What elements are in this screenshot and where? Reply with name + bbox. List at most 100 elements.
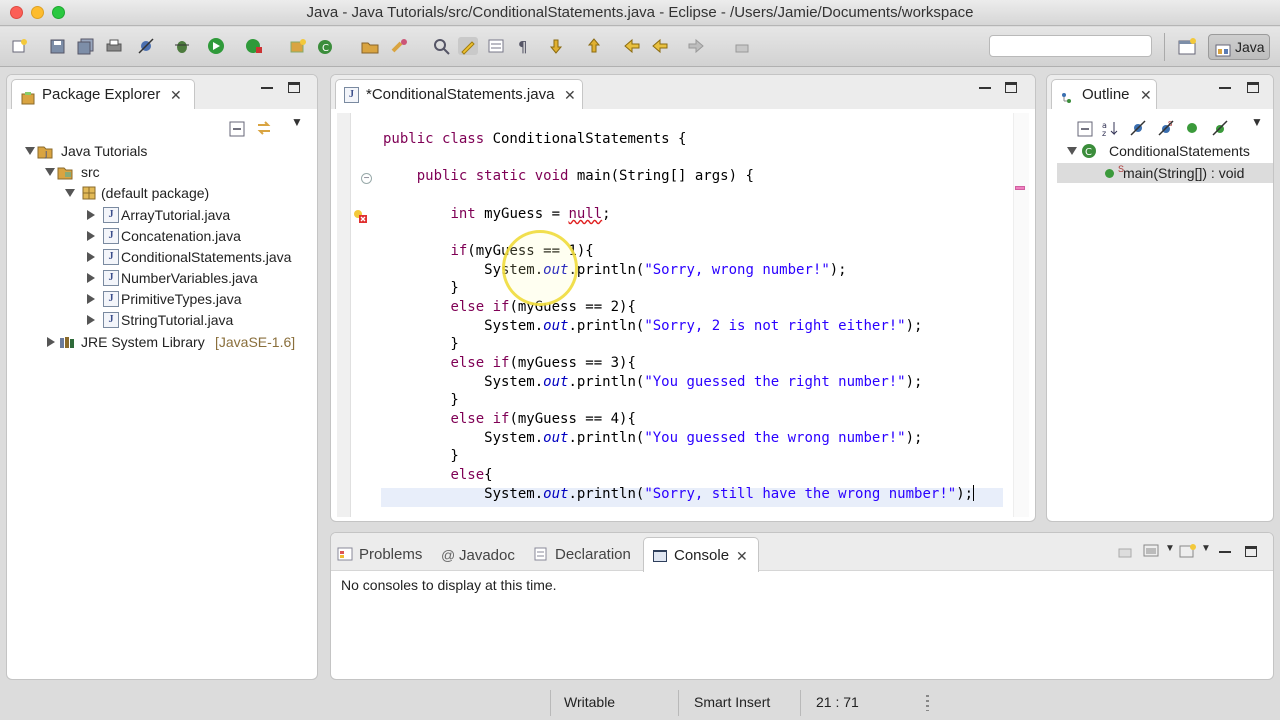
forward-icon[interactable]	[686, 37, 706, 55]
tree-item-file[interactable]: J ArrayTutorial.java	[7, 205, 307, 225]
expand-toggle-icon[interactable]	[87, 273, 95, 283]
outline-item-method[interactable]: S main(String[]) : void	[1057, 163, 1273, 183]
expand-toggle-icon[interactable]	[87, 294, 95, 304]
hide-non-public-icon[interactable]	[1187, 123, 1197, 133]
new-java-project-icon[interactable]	[288, 37, 308, 55]
tree-item-file[interactable]: J PrimitiveTypes.java	[7, 289, 307, 309]
status-grip[interactable]	[926, 695, 929, 711]
tab-outline[interactable]: Outline ✕	[1051, 79, 1157, 109]
sort-icon[interactable]: az	[1101, 119, 1119, 138]
expand-toggle-icon[interactable]	[65, 189, 75, 197]
expand-toggle-icon[interactable]	[87, 210, 95, 220]
maximize-icon[interactable]	[1245, 546, 1257, 557]
tab-package-explorer[interactable]: Package Explorer ✕	[11, 79, 195, 109]
tab-console[interactable]: Console ✕	[643, 537, 759, 572]
window-minimize-button[interactable]	[31, 6, 44, 19]
view-menu-icon[interactable]: ▼	[291, 115, 303, 129]
expand-toggle-icon[interactable]	[25, 147, 35, 155]
maximize-icon[interactable]	[1247, 82, 1259, 93]
close-icon[interactable]: ✕	[170, 80, 182, 110]
maximize-icon[interactable]	[288, 82, 300, 93]
window-close-button[interactable]	[10, 6, 23, 19]
code-line[interactable]: else{	[383, 466, 492, 485]
tab-javadoc[interactable]: @ Javadoc	[441, 543, 515, 567]
open-console-icon[interactable]	[1179, 543, 1197, 559]
print-icon[interactable]	[104, 37, 124, 55]
open-perspective-icon[interactable]	[1176, 36, 1198, 58]
toggle-block-selection-icon[interactable]	[486, 37, 506, 55]
display-console-icon[interactable]	[1143, 543, 1161, 559]
skip-breakpoints-icon[interactable]	[136, 37, 156, 55]
expand-toggle-icon[interactable]	[47, 337, 55, 347]
open-type-icon[interactable]	[360, 37, 380, 55]
open-console-dropdown-icon[interactable]: ▼	[1201, 543, 1211, 554]
debug-icon[interactable]	[172, 37, 192, 55]
tab-conditional-statements[interactable]: J *ConditionalStatements.java ✕	[335, 79, 583, 109]
new-icon[interactable]	[10, 37, 30, 55]
minimize-icon[interactable]	[261, 87, 273, 89]
open-perspective-tool-icon[interactable]	[432, 37, 452, 55]
expand-toggle-icon[interactable]	[87, 252, 95, 262]
error-overview-marker[interactable]	[1015, 186, 1025, 190]
minimize-icon[interactable]	[979, 87, 991, 89]
external-tools-icon[interactable]	[244, 37, 264, 55]
expand-toggle-icon[interactable]	[45, 168, 55, 176]
save-all-icon[interactable]	[76, 37, 96, 55]
collapse-all-icon[interactable]	[1077, 121, 1093, 137]
expand-toggle-icon[interactable]	[87, 231, 95, 241]
hide-local-types-icon[interactable]	[1211, 119, 1229, 137]
link-with-editor-icon[interactable]	[255, 119, 273, 137]
tree-item-file[interactable]: J Concatenation.java	[7, 226, 307, 246]
code-line[interactable]: System.out.println("Sorry, still have th…	[383, 485, 975, 504]
code-line[interactable]: int myGuess = null;	[383, 205, 610, 224]
code-line[interactable]: System.out.println("Sorry, 2 is not righ…	[383, 317, 922, 336]
code-line[interactable]: }	[383, 391, 458, 410]
pin-editor-icon[interactable]	[732, 37, 752, 55]
expand-toggle-icon[interactable]	[1067, 147, 1077, 155]
tree-item-jre-library[interactable]: JRE System Library [JavaSE-1.6]	[7, 332, 307, 352]
code-line[interactable]: }	[383, 447, 458, 466]
run-icon[interactable]	[206, 37, 226, 55]
tree-item-default-package[interactable]: (default package)	[7, 183, 307, 203]
code-line[interactable]: else if(myGuess == 4){	[383, 410, 635, 429]
tree-item-file[interactable]: J ConditionalStatements.java	[7, 247, 307, 267]
hide-fields-icon[interactable]	[1129, 119, 1147, 137]
toggle-mark-occurrences-icon[interactable]	[458, 37, 478, 55]
code-line[interactable]: public class ConditionalStatements {	[383, 130, 686, 149]
expand-toggle-icon[interactable]	[87, 315, 95, 325]
new-class-icon[interactable]: C	[316, 37, 336, 55]
collapse-all-icon[interactable]	[229, 121, 245, 137]
code-line[interactable]: else if(myGuess == 3){	[383, 354, 635, 373]
view-menu-icon[interactable]: ▼	[1251, 115, 1263, 129]
code-line[interactable]: public static void main(String[] args) {	[383, 167, 754, 186]
code-line[interactable]: else if(myGuess == 2){	[383, 298, 635, 317]
tree-item-file[interactable]: J StringTutorial.java	[7, 310, 307, 330]
pin-console-icon[interactable]	[1117, 545, 1133, 559]
outline-item-class[interactable]: C ConditionalStatements	[1047, 141, 1273, 161]
tree-item-src[interactable]: src	[7, 162, 307, 182]
window-zoom-button[interactable]	[52, 6, 65, 19]
tree-item-file[interactable]: J NumberVariables.java	[7, 268, 307, 288]
code-line[interactable]: }	[383, 335, 458, 354]
code-line[interactable]: System.out.println("You guessed the righ…	[383, 373, 922, 392]
code-line[interactable]: }	[383, 279, 458, 298]
previous-annotation-icon[interactable]	[584, 37, 604, 55]
close-icon[interactable]: ✕	[736, 548, 748, 565]
last-edit-location-icon[interactable]	[622, 37, 642, 55]
minimize-icon[interactable]	[1219, 551, 1231, 553]
tab-problems[interactable]: Problems	[337, 543, 422, 567]
save-icon[interactable]	[48, 37, 68, 55]
back-icon[interactable]	[650, 37, 670, 55]
hide-static-icon[interactable]: S	[1157, 119, 1175, 137]
code-line[interactable]: System.out.println("You guessed the wron…	[383, 429, 922, 448]
maximize-icon[interactable]	[1005, 82, 1017, 93]
show-whitespace-icon[interactable]: ¶	[514, 37, 534, 56]
minimize-icon[interactable]	[1219, 87, 1231, 89]
code-line[interactable]: System.out.println("Sorry, wrong number!…	[383, 261, 846, 280]
quick-access-input[interactable]	[989, 35, 1152, 57]
search-icon[interactable]	[390, 37, 410, 55]
next-annotation-icon[interactable]	[546, 37, 566, 55]
fold-toggle-icon[interactable]: −	[361, 173, 372, 184]
code-editor[interactable]: − public class ConditionalStatements { p…	[337, 113, 1029, 517]
java-perspective-button[interactable]: Java	[1208, 34, 1270, 60]
